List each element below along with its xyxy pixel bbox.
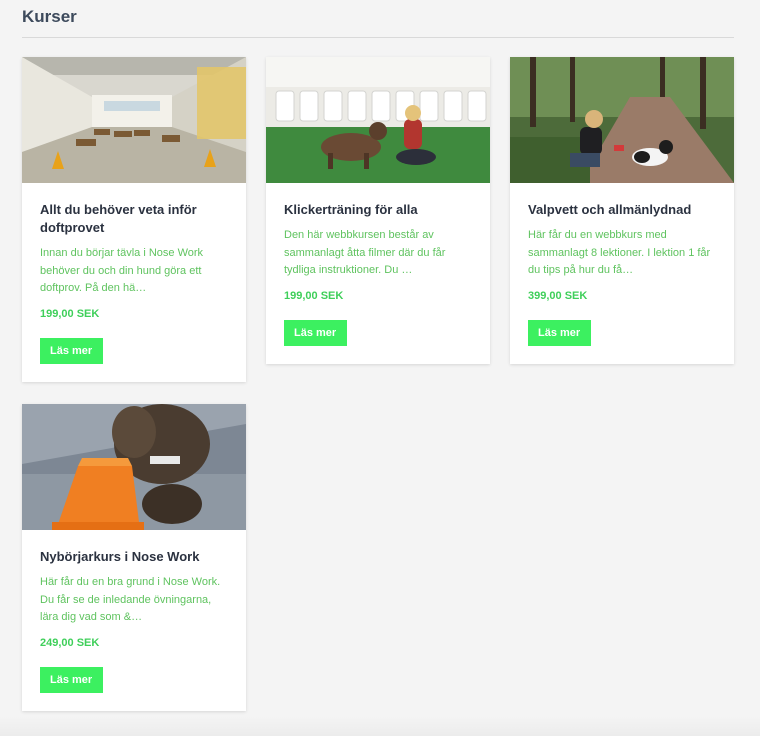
course-price: 199,00 SEK [284,289,344,302]
course-image-indoor-training[interactable] [266,57,490,183]
read-more-button[interactable]: Läs mer [40,337,104,364]
read-more-button[interactable]: Läs mer [284,319,348,346]
read-more-button[interactable]: Läs mer [40,666,104,693]
page-footer-shade [0,716,760,736]
course-excerpt: Här får du en webbkurs med sammanlagt 8 … [528,229,711,276]
course-price: 199,00 SEK [40,307,100,320]
course-title[interactable]: Nybörjarkurs i Nose Work [40,548,228,566]
course-image-dog-cone[interactable] [22,404,246,530]
course-image-training-hall[interactable] [22,57,246,183]
course-card: Nybörjarkurs i Nose Work Här får du en b… [22,404,246,711]
read-more-button[interactable]: Läs mer [528,319,592,346]
course-excerpt: Innan du börjar tävla i Nose Work behöve… [40,247,204,294]
course-image-forest-puppy[interactable] [510,57,734,183]
course-card: Klickerträning för alla Den här webbkurs… [266,57,490,364]
course-card: Allt du behöver veta inför doftprovet In… [22,57,246,382]
course-excerpt: Här får du en bra grund i Nose Work. Du … [40,576,221,623]
page-title: Kurser [22,7,77,26]
course-title[interactable]: Allt du behöver veta inför doftprovet [40,201,228,237]
course-price: 399,00 SEK [528,289,588,302]
course-excerpt: Den här webbkursen består av sammanlagt … [284,229,446,276]
title-divider [22,37,734,38]
course-title[interactable]: Valpvett och allmänlydnad [528,201,716,219]
course-price: 249,00 SEK [40,636,100,649]
course-title[interactable]: Klickerträning för alla [284,201,472,219]
course-card: Valpvett och allmänlydnad Här får du en … [510,57,734,364]
